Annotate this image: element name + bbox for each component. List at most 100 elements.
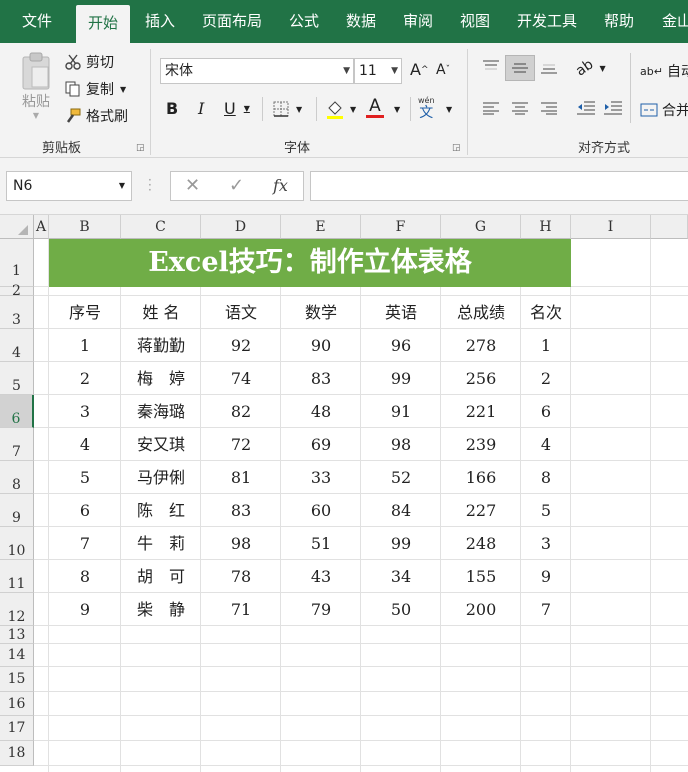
table-cell[interactable]: 7 [521,593,571,626]
decrease-indent-button[interactable] [576,99,596,117]
row-header-1[interactable]: 1 [0,239,34,287]
row-header-8[interactable]: 8 [0,461,34,494]
column-header-i[interactable]: I [571,215,651,239]
align-center-button[interactable] [511,101,529,115]
tab-help[interactable]: 帮助 [594,0,644,43]
tab-page-layout[interactable]: 页面布局 [194,0,270,43]
chevron-down-icon[interactable]: ▼ [350,105,356,114]
table-cell[interactable]: 98 [361,428,441,461]
table-cell[interactable]: 99 [361,527,441,560]
tab-review[interactable]: 审阅 [394,0,442,43]
table-cell[interactable]: 8 [49,560,121,593]
row-header-11[interactable]: 11 [0,560,34,593]
font-launcher-icon[interactable]: ◲ [452,143,461,153]
table-header-cell[interactable]: 总成绩 [441,296,521,329]
table-cell[interactable]: 71 [201,593,281,626]
table-cell[interactable]: 梅 婷 [121,362,201,395]
table-cell[interactable]: 9 [49,593,121,626]
chevron-down-icon[interactable]: ▼ [446,105,452,114]
chevron-down-icon[interactable]: ▼ [394,105,400,114]
format-painter-button[interactable]: 格式刷 [64,106,128,126]
title-cell[interactable]: Excel技巧：制作立体表格 [49,239,571,287]
column-header-c[interactable]: C [121,215,201,239]
font-color-button[interactable]: A [366,97,384,118]
table-cell[interactable]: 92 [201,329,281,362]
tab-file[interactable]: 文件 [8,0,66,43]
table-cell[interactable]: 蒋勤勤 [121,329,201,362]
table-cell[interactable]: 81 [201,461,281,494]
table-cell[interactable]: 52 [361,461,441,494]
row-header-5[interactable]: 5 [0,362,34,395]
column-header-b[interactable]: B [49,215,121,239]
row-header-18[interactable]: 18 [0,741,34,766]
merge-center-button[interactable]: 合并 [640,100,688,120]
row-header-7[interactable]: 7 [0,428,34,461]
table-cell[interactable]: 72 [201,428,281,461]
font-size-select[interactable]: 11 ▼ [354,58,402,84]
row-header-2[interactable]: 2 [0,284,34,298]
borders-button[interactable]: ▼ [272,100,302,118]
table-cell[interactable]: 200 [441,593,521,626]
table-cell[interactable]: 陈 红 [121,494,201,527]
table-cell[interactable]: 239 [441,428,521,461]
column-header-d[interactable]: D [201,215,281,239]
underline-button[interactable]: U ▼ [224,99,250,118]
table-cell[interactable]: 34 [361,560,441,593]
drag-handle-icon[interactable]: · · · [148,174,152,196]
formula-input[interactable] [310,171,688,201]
table-cell[interactable]: 166 [441,461,521,494]
bold-button[interactable]: B [166,99,178,118]
row-header-12[interactable]: 12 [0,593,34,626]
table-cell[interactable]: 83 [281,362,361,395]
tab-formulas[interactable]: 公式 [280,0,328,43]
align-left-button[interactable] [482,101,500,115]
name-box[interactable]: N6 ▼ [6,171,132,201]
table-cell[interactable]: 60 [281,494,361,527]
align-bottom-button[interactable] [540,61,558,75]
table-cell[interactable]: 69 [281,428,361,461]
table-cell[interactable]: 1 [521,329,571,362]
row-header-4[interactable]: 4 [0,329,34,362]
paste-button[interactable]: 粘贴 ▼ [14,51,58,120]
table-cell[interactable]: 6 [49,494,121,527]
table-cell[interactable]: 4 [521,428,571,461]
table-cell[interactable]: 221 [441,395,521,428]
table-header-cell[interactable]: 序号 [49,296,121,329]
table-cell[interactable]: 74 [201,362,281,395]
chevron-down-icon[interactable]: ▼ [244,104,250,113]
table-cell[interactable]: 4 [49,428,121,461]
select-all-corner[interactable] [0,215,34,239]
cancel-icon[interactable]: ✕ [185,175,200,196]
row-header-16[interactable]: 16 [0,692,34,716]
tab-view[interactable]: 视图 [450,0,500,43]
column-header-e[interactable]: E [281,215,361,239]
copy-dropdown-icon[interactable]: ▼ [120,85,126,94]
table-cell[interactable]: 51 [281,527,361,560]
row-header-14[interactable]: 14 [0,644,34,667]
table-cell[interactable]: 1 [49,329,121,362]
enter-icon[interactable]: ✓ [229,175,244,196]
table-cell[interactable]: 5 [521,494,571,527]
font-name-select[interactable]: 宋体 ▼ [160,58,354,84]
table-cell[interactable]: 33 [281,461,361,494]
table-header-cell[interactable]: 数学 [281,296,361,329]
tab-data[interactable]: 数据 [336,0,386,43]
chevron-down-icon[interactable]: ▼ [119,172,125,200]
table-cell[interactable]: 6 [521,395,571,428]
table-cell[interactable]: 96 [361,329,441,362]
row-header-10[interactable]: 10 [0,527,34,560]
table-cell[interactable]: 9 [521,560,571,593]
row-header-13[interactable]: 13 [0,626,34,644]
align-middle-button[interactable] [505,55,535,81]
shrink-font-button[interactable]: Aˇ [436,62,450,78]
phonetic-button[interactable]: wén 文 [418,96,435,120]
table-cell[interactable]: 90 [281,329,361,362]
table-cell[interactable]: 马伊俐 [121,461,201,494]
table-cell[interactable]: 82 [201,395,281,428]
tab-home[interactable]: 开始 [76,5,130,43]
table-header-cell[interactable]: 姓 名 [121,296,201,329]
table-cell[interactable]: 78 [201,560,281,593]
table-cell[interactable]: 2 [521,362,571,395]
table-cell[interactable]: 胡 可 [121,560,201,593]
align-right-button[interactable] [540,101,558,115]
